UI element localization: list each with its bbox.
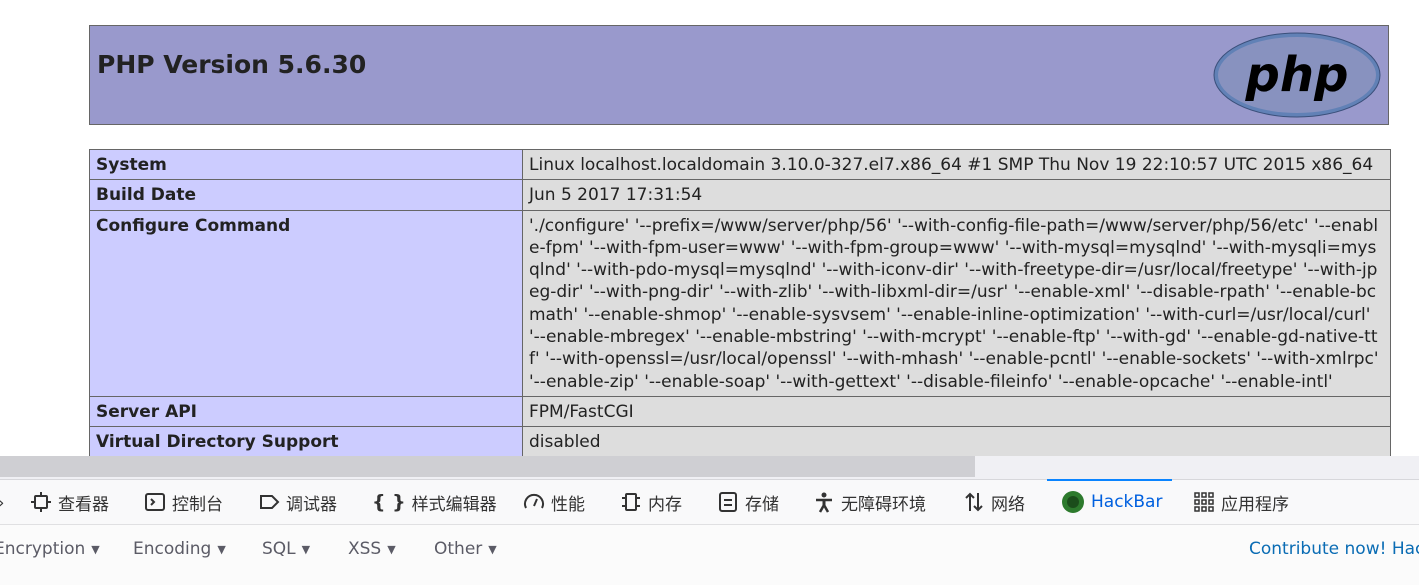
menu-label: Encryption xyxy=(0,539,86,559)
row-value: disabled xyxy=(522,426,1391,456)
caret-down-icon: ▼ xyxy=(387,542,396,556)
inspector-icon xyxy=(30,491,52,513)
row-key: Build Date xyxy=(89,179,523,211)
console-icon xyxy=(144,491,166,513)
table-row: Build Date Jun 5 2017 17:31:54 xyxy=(89,179,1391,211)
php-header: PHP Version 5.6.30 php xyxy=(89,25,1389,125)
tab-label: 性能 xyxy=(551,494,585,515)
tab-label: 无障碍环境 xyxy=(841,494,926,515)
overflow-icon[interactable]: › xyxy=(0,493,4,512)
table-row: Configure Command './configure' '--prefi… xyxy=(89,209,1391,397)
tab-inspector[interactable]: 查看器 xyxy=(30,480,109,524)
tab-label: 内存 xyxy=(648,494,682,515)
menu-label: SQL xyxy=(262,539,296,559)
tab-network[interactable]: 网络 xyxy=(963,480,1025,524)
tab-label: 网络 xyxy=(991,494,1025,515)
caret-down-icon: ▼ xyxy=(217,542,226,556)
svg-text:php: php xyxy=(1245,47,1349,103)
menu-label: XSS xyxy=(348,539,382,559)
memory-icon xyxy=(620,491,642,513)
tab-debugger[interactable]: 调试器 xyxy=(258,480,337,524)
tab-label: 调试器 xyxy=(286,494,337,515)
menu-label: Other xyxy=(434,539,483,559)
devtools-toolbar: › 查看器 控制台 调试器 { } 样式编辑器 性能 内存 xyxy=(0,479,1419,525)
menu-sql[interactable]: SQL ▼ xyxy=(262,539,310,559)
row-value: Jun 5 2017 17:31:54 xyxy=(522,179,1391,211)
row-value: FPM/FastCGI xyxy=(522,395,1391,428)
tab-label: 存储 xyxy=(745,494,779,515)
tab-performance[interactable]: 性能 xyxy=(523,480,585,524)
debugger-icon xyxy=(258,491,280,513)
tab-console[interactable]: 控制台 xyxy=(144,480,223,524)
tab-label: 应用程序 xyxy=(1221,494,1289,515)
contribute-link[interactable]: Contribute now! Hac xyxy=(1249,539,1419,559)
php-logo: php xyxy=(1213,32,1381,118)
style-editor-icon: { } xyxy=(372,491,406,513)
menu-xss[interactable]: XSS ▼ xyxy=(348,539,396,559)
tab-label: 查看器 xyxy=(58,494,109,515)
hackbar-icon xyxy=(1061,490,1085,514)
menu-encoding[interactable]: Encoding ▼ xyxy=(133,539,226,559)
menu-other[interactable]: Other ▼ xyxy=(434,539,497,559)
row-value: Linux localhost.localdomain 3.10.0-327.e… xyxy=(522,148,1391,181)
tab-label: HackBar xyxy=(1091,492,1163,512)
tab-storage[interactable]: 存储 xyxy=(717,480,779,524)
page-title: PHP Version 5.6.30 xyxy=(97,50,367,79)
performance-icon xyxy=(523,491,545,513)
tab-style-editor[interactable]: { } 样式编辑器 xyxy=(372,480,497,524)
network-icon xyxy=(963,491,985,513)
horizontal-scrollbar[interactable] xyxy=(0,456,1419,479)
tab-memory[interactable]: 内存 xyxy=(620,480,682,524)
row-key: Configure Command xyxy=(89,209,523,397)
accessibility-icon xyxy=(813,491,835,513)
tab-application[interactable]: 应用程序 xyxy=(1193,480,1289,524)
row-key: Virtual Directory Support xyxy=(89,426,523,456)
menu-encryption[interactable]: Encryption ▼ xyxy=(0,539,100,559)
tab-label: 控制台 xyxy=(172,494,223,515)
application-icon xyxy=(1193,491,1215,513)
phpinfo-page: PHP Version 5.6.30 php System Linux loca… xyxy=(0,0,1419,456)
tab-label: 样式编辑器 xyxy=(411,494,497,515)
caret-down-icon: ▼ xyxy=(91,542,100,556)
row-key: System xyxy=(89,148,523,181)
info-table: System Linux localhost.localdomain 3.10.… xyxy=(89,148,1391,456)
scrollbar-thumb[interactable] xyxy=(0,456,975,477)
hackbar-toolbar: Encryption ▼ Encoding ▼ SQL ▼ XSS ▼ Other ▼ C… xyxy=(0,525,1419,585)
table-row: Server API FPM/FastCGI xyxy=(89,395,1391,428)
table-row: System Linux localhost.localdomain 3.10.… xyxy=(89,148,1391,181)
table-row: Virtual Directory Support disabled xyxy=(89,426,1391,456)
row-key: Server API xyxy=(89,395,523,428)
caret-down-icon: ▼ xyxy=(488,542,497,556)
tab-hackbar[interactable]: HackBar xyxy=(1046,479,1173,524)
caret-down-icon: ▼ xyxy=(301,542,311,556)
tab-accessibility[interactable]: 无障碍环境 xyxy=(813,480,926,524)
storage-icon xyxy=(717,491,739,513)
row-value: './configure' '--prefix=/www/server/php/… xyxy=(522,209,1391,397)
menu-label: Encoding xyxy=(133,539,212,559)
